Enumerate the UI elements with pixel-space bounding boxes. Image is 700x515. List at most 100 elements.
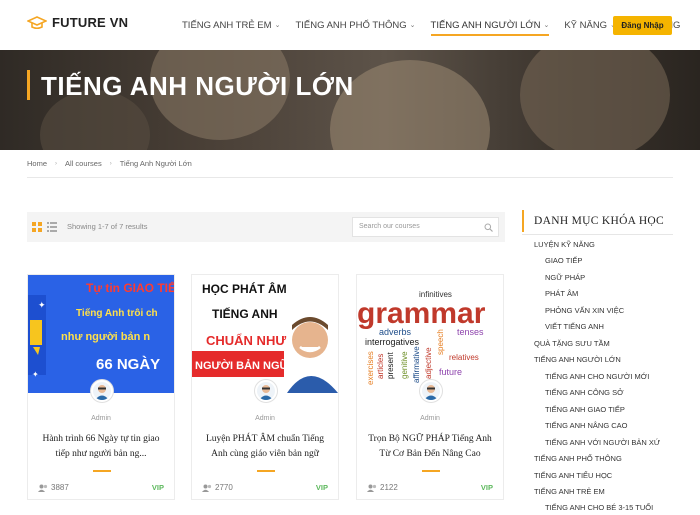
sidebar-accent-bar (522, 210, 524, 232)
search-input[interactable]: Search our courses (352, 217, 499, 237)
thumbnail-art: HỌC PHÁT ÂM TIẾNG ANH CHUẨN NHƯ NGƯỜI BẢ… (192, 275, 338, 393)
sparkle-icon: ✦ (32, 370, 39, 379)
divider (422, 470, 440, 472)
course-card[interactable]: HỌC PHÁT ÂM TIẾNG ANH CHUẨN NHƯ NGƯỜI BẢ… (191, 274, 339, 500)
nav-label: TIẾNG ANH TRẺ EM (182, 19, 272, 31)
thumbnail-text: TIẾNG ANH (212, 306, 278, 321)
thumbnail-text: Tiếng Anh trôi ch (76, 307, 158, 319)
thumbnail-text: relatives (449, 353, 479, 362)
breadcrumb: Home › All courses › Tiếng Anh Người Lớn (27, 159, 192, 168)
student-count: 2122 (367, 483, 398, 492)
course-title[interactable]: Luyện PHÁT ÂM chuẩn Tiếng Anh cùng giáo … (200, 432, 330, 462)
student-count: 3887 (38, 483, 69, 492)
search-icon[interactable] (484, 223, 493, 232)
hero-background-shape (330, 60, 490, 150)
thumbnail-text: 66 NGÀY (96, 356, 160, 373)
course-author: Admin (420, 415, 440, 422)
course-card[interactable]: Tự tin GIAO TIẾ Tiếng Anh trôi ch như ng… (27, 274, 175, 500)
hero-background-shape (520, 50, 670, 150)
logo-text: FUTURE VN (52, 15, 129, 30)
nav-item-tieng-anh-nguoi-lon[interactable]: TIẾNG ANH NGƯỜI LỚN ⌄ (430, 0, 550, 50)
sidebar-item-tieng-anh-tre-em[interactable]: TIẾNG ANH TRẺ EM (534, 487, 605, 496)
course-author: Admin (91, 415, 111, 422)
sidebar-item-tieng-anh-giao-tiep[interactable]: TIẾNG ANH GIAO TIẾP (545, 405, 625, 414)
thumbnail-text: adjective (424, 347, 433, 379)
thumbnail-art: Tự tin GIAO TIẾ Tiếng Anh trôi ch như ng… (28, 275, 174, 393)
sidebar-item-tieng-anh-nang-cao[interactable]: TIẾNG ANH NÂNG CAO (545, 421, 628, 430)
users-icon (367, 484, 377, 492)
breadcrumb-all-courses[interactable]: All courses (65, 159, 102, 168)
chevron-down-icon: ⌄ (543, 22, 550, 29)
login-button[interactable]: Đăng Nhập (613, 16, 672, 35)
thumbnail-text: như người bản n (61, 331, 150, 343)
thumbnail-text: tenses (457, 327, 484, 337)
thumbnail-text: future (439, 367, 462, 377)
thumbnail-text: present (386, 352, 395, 379)
site-logo[interactable]: FUTURE VN (27, 15, 128, 30)
avatar (420, 380, 442, 402)
course-author: Admin (255, 415, 275, 422)
thumbnail-text: genitive (400, 351, 409, 379)
sidebar-item-qua-tang-suu-tam[interactable]: QUÀ TẶNG SƯU TẦM (534, 339, 610, 348)
nav-label: KỸ NĂNG (564, 19, 608, 31)
thumbnail-text: affirmative (412, 346, 421, 383)
sidebar-item-tieng-anh-nguoi-lon[interactable]: TIẾNG ANH NGƯỜI LỚN (534, 355, 621, 364)
sidebar-item-tieng-anh-pho-thong[interactable]: TIẾNG ANH PHỔ THÔNG (534, 454, 622, 463)
sidebar-item-phong-van-xin-viec[interactable]: PHỎNG VẤN XIN VIỆC (545, 306, 624, 315)
course-title[interactable]: Hành trình 66 Ngày tự tin giao tiếp như … (36, 432, 166, 462)
avatar (255, 380, 277, 402)
thumbnail-text: grammar (357, 297, 486, 330)
sidebar-item-viet-tieng-anh[interactable]: VIẾT TIẾNG ANH (545, 322, 604, 331)
page-title: TIẾNG ANH NGƯỜI LỚN (41, 71, 354, 101)
nav-item-ky-nang[interactable]: KỸ NĂNG ⌄ (564, 0, 616, 50)
thumbnail-text: Tự tin GIAO TIẾ (86, 280, 174, 295)
thumbnail-art: infinitives grammar adverbs tenses inter… (357, 275, 503, 393)
student-count-value: 2770 (215, 483, 233, 492)
grid-view-icon[interactable] (32, 222, 42, 232)
breadcrumb-home[interactable]: Home (27, 159, 47, 168)
thumbnail-text: exercises (366, 351, 375, 385)
breadcrumb-current: Tiếng Anh Người Lớn (119, 159, 192, 168)
course-thumbnail[interactable]: Tự tin GIAO TIẾ Tiếng Anh trôi ch như ng… (28, 275, 174, 393)
sidebar-item-tieng-anh-cho-nguoi-moi[interactable]: TIẾNG ANH CHO NGƯỜI MỚI (545, 372, 649, 381)
nav-item-tieng-anh-tre-em[interactable]: TIẾNG ANH TRẺ EM ⌄ (182, 0, 280, 50)
results-count: Showing 1-7 of 7 results (67, 222, 148, 231)
student-count: 2770 (202, 483, 233, 492)
sidebar-item-tieng-anh-voi-nguoi-ban-xu[interactable]: TIẾNG ANH VỚI NGƯỜI BẢN XỨ (545, 438, 660, 447)
users-icon (202, 484, 212, 492)
sidebar-item-ngu-phap[interactable]: NGỮ PHÁP (545, 273, 585, 282)
divider (257, 470, 275, 472)
page-hero: TIẾNG ANH NGƯỜI LỚN (0, 50, 700, 150)
course-title[interactable]: Trọn Bộ NGỮ PHÁP Tiếng Anh Từ Cơ Bản Đến… (365, 432, 495, 462)
chevron-down-icon: ⌄ (409, 22, 416, 29)
nav-item-tieng-anh-pho-thong[interactable]: TIẾNG ANH PHỔ THÔNG ⌄ (295, 0, 415, 50)
avatar (91, 380, 113, 402)
course-thumbnail[interactable]: HỌC PHÁT ÂM TIẾNG ANH CHUẨN NHƯ NGƯỜI BẢ… (192, 275, 338, 393)
sidebar-item-giao-tiep[interactable]: GIAO TIẾP (545, 256, 582, 265)
divider (27, 177, 673, 178)
course-card[interactable]: infinitives grammar adverbs tenses inter… (356, 274, 504, 500)
thumbnail-text: HỌC PHÁT ÂM (202, 281, 287, 296)
breadcrumb-separator: › (55, 160, 58, 167)
sidebar-item-tieng-anh-tieu-hoc[interactable]: TIẾNG ANH TIỂU HỌC (534, 471, 612, 480)
sidebar-item-tieng-anh-cho-be[interactable]: TIẾNG ANH CHO BÉ 3-15 TUỔI (545, 503, 653, 512)
graduation-cap-icon (27, 15, 47, 29)
site-header: FUTURE VN TIẾNG ANH TRẺ EM ⌄ TIẾNG ANH P… (0, 0, 700, 50)
breadcrumb-separator: › (109, 160, 112, 167)
users-icon (38, 484, 48, 492)
thumbnail-text: speech (436, 329, 445, 355)
student-count-value: 3887 (51, 483, 69, 492)
search-placeholder: Search our courses (359, 223, 420, 230)
divider (93, 470, 111, 472)
sidebar-item-tieng-anh-cong-so[interactable]: TIẾNG ANH CÔNG SỞ (545, 388, 624, 397)
thumbnail-text: NGƯỜI BẢN NGỮ (195, 359, 290, 372)
course-toolbar: Showing 1-7 of 7 results Search our cour… (27, 212, 505, 242)
student-count-value: 2122 (380, 483, 398, 492)
chevron-down-icon: ⌄ (274, 22, 281, 29)
vip-badge: VIP (480, 483, 493, 492)
course-thumbnail[interactable]: infinitives grammar adverbs tenses inter… (357, 275, 503, 393)
sidebar-item-luyen-ky-nang[interactable]: LUYỆN KỸ NĂNG (534, 240, 595, 249)
nav-label: TIẾNG ANH PHỔ THÔNG (295, 19, 407, 31)
list-view-icon[interactable] (47, 222, 57, 232)
sidebar-item-phat-am[interactable]: PHÁT ÂM (545, 289, 578, 298)
